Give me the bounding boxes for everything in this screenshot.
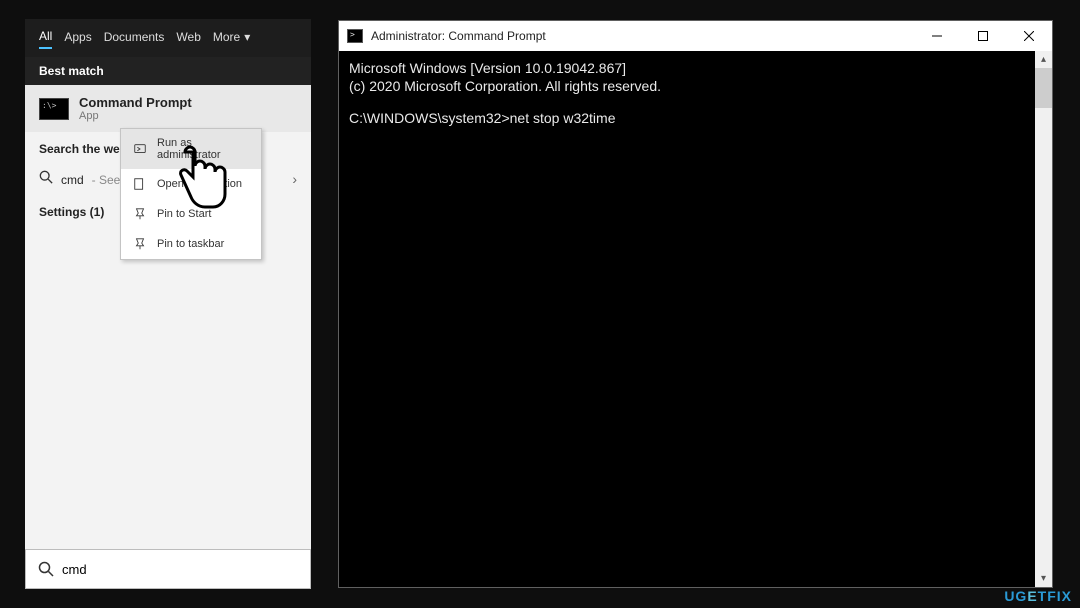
vertical-scrollbar[interactable]: ▴ ▾ [1035, 51, 1052, 587]
search-icon [39, 170, 53, 184]
tab-apps[interactable]: Apps [64, 30, 91, 48]
window-cmd-icon [347, 29, 363, 43]
search-input[interactable] [62, 562, 298, 577]
command-prompt-icon [39, 98, 69, 120]
shield-admin-icon [133, 142, 147, 156]
titlebar[interactable]: Administrator: Command Prompt [339, 21, 1052, 51]
context-menu: Run as administrator Open file location … [120, 128, 262, 260]
tab-all[interactable]: All [39, 29, 52, 49]
ctx-pin-taskbar-label: Pin to taskbar [157, 238, 224, 250]
minimize-button[interactable] [914, 21, 960, 51]
best-match-text: Command Prompt App [79, 95, 192, 122]
ctx-pin-start-label: Pin to Start [157, 208, 211, 220]
ctx-run-admin-label: Run as administrator [157, 137, 249, 161]
folder-icon [133, 177, 147, 191]
ctx-open-file-location[interactable]: Open file location [121, 169, 261, 199]
best-match-command-prompt[interactable]: Command Prompt App [25, 85, 311, 132]
typed-command: net stop w32time [510, 110, 616, 126]
maximize-button[interactable] [960, 21, 1006, 51]
search-input-wrap[interactable] [25, 549, 311, 589]
titlebar-left: Administrator: Command Prompt [347, 29, 546, 43]
terminal-blank [349, 95, 1042, 109]
best-match-label: Best match [25, 57, 311, 85]
search-tabs: All Apps Documents Web More ▾ [25, 19, 311, 57]
tab-more[interactable]: More ▾ [213, 30, 250, 48]
tab-more-label: More [213, 30, 240, 44]
close-button[interactable] [1006, 21, 1052, 51]
tab-documents[interactable]: Documents [104, 30, 165, 48]
ctx-open-location-label: Open file location [157, 178, 242, 190]
window-controls [914, 21, 1052, 51]
command-prompt-window: Administrator: Command Prompt Microsoft … [338, 20, 1053, 588]
prompt-path: C:\WINDOWS\system32> [349, 110, 510, 126]
ctx-pin-to-start[interactable]: Pin to Start [121, 199, 261, 229]
web-result-query: cmd [61, 173, 84, 187]
scroll-up-arrow-icon[interactable]: ▴ [1035, 51, 1052, 68]
scroll-down-arrow-icon[interactable]: ▾ [1035, 570, 1052, 587]
window-title: Administrator: Command Prompt [371, 29, 546, 43]
terminal-line-1: Microsoft Windows [Version 10.0.19042.86… [349, 59, 1042, 77]
terminal-line-2: (c) 2020 Microsoft Corporation. All righ… [349, 77, 1042, 95]
ctx-pin-to-taskbar[interactable]: Pin to taskbar [121, 229, 261, 259]
windows-search-panel: All Apps Documents Web More ▾ Best match… [25, 19, 311, 589]
chevron-right-icon: › [292, 171, 297, 187]
tab-web[interactable]: Web [176, 30, 200, 48]
terminal-body[interactable]: Microsoft Windows [Version 10.0.19042.86… [339, 51, 1052, 136]
terminal-prompt-line: C:\WINDOWS\system32>net stop w32time [349, 109, 1042, 127]
chevron-down-icon: ▾ [244, 30, 250, 44]
watermark: UGETFIX [1004, 588, 1072, 604]
pin-icon [133, 207, 147, 221]
scroll-thumb[interactable] [1035, 68, 1052, 108]
app-name: Command Prompt [79, 95, 192, 110]
web-result-left: cmd - See w [39, 170, 132, 187]
search-icon [38, 561, 54, 577]
ctx-run-as-administrator[interactable]: Run as administrator [121, 129, 261, 169]
app-type: App [79, 110, 192, 122]
pin-icon [133, 237, 147, 251]
